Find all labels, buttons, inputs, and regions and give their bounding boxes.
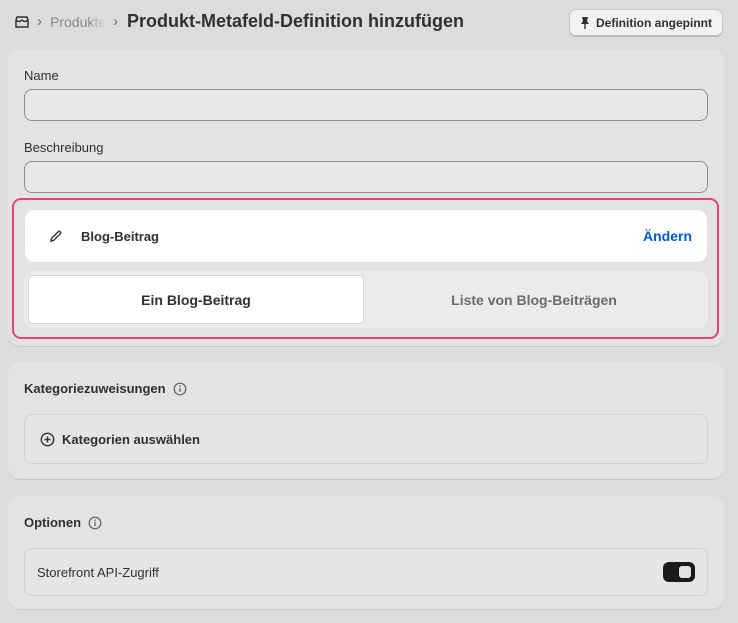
breadcrumb-products-link[interactable]: Produkte: [50, 14, 106, 30]
select-categories-label: Kategorien auswählen: [62, 431, 200, 447]
storefront-access-toggle[interactable]: [663, 562, 695, 582]
categories-title: Kategoriezuweisungen: [24, 381, 166, 396]
change-type-link[interactable]: Ändern: [643, 228, 692, 244]
storefront-access-label: Storefront API-Zugriff: [37, 565, 159, 580]
name-label: Name: [24, 68, 59, 83]
info-icon[interactable]: [173, 382, 187, 396]
selected-type-label: Blog-Beitrag: [81, 229, 159, 244]
options-card: Optionen Storefront API-Zugriff: [8, 496, 724, 609]
storefront-access-row: Storefront API-Zugriff: [24, 548, 708, 596]
type-selector-row[interactable]: Blog-Beitrag Ändern: [24, 209, 708, 263]
pin-button-label: Definition angepinnt: [596, 15, 712, 30]
options-heading: Optionen: [24, 515, 102, 530]
definition-card: Name Beschreibung Blog-Beitrag Ändern Ei…: [8, 49, 724, 346]
toggle-knob: [679, 566, 691, 578]
select-categories-button[interactable]: Kategorien auswählen: [24, 414, 708, 464]
name-input[interactable]: [24, 89, 708, 121]
categories-heading: Kategoriezuweisungen: [24, 381, 187, 396]
description-label: Beschreibung: [24, 140, 104, 155]
breadcrumb-separator: ›: [37, 13, 42, 30]
pin-definition-button[interactable]: Definition angepinnt: [569, 9, 723, 36]
info-icon[interactable]: [88, 516, 102, 530]
top-bar: › Produkte › Produkt-Metafeld-Definition…: [0, 0, 738, 46]
breadcrumb-separator: ›: [113, 13, 118, 30]
cardinality-toggle: Ein Blog-Beitrag Liste von Blog-Beiträge…: [24, 271, 708, 328]
description-input[interactable]: [24, 161, 708, 193]
pencil-icon: [50, 230, 62, 242]
page-title: Produkt-Metafeld-Definition hinzufügen: [127, 11, 464, 31]
store-icon[interactable]: [14, 14, 30, 30]
pin-icon: [581, 17, 589, 29]
blog-post-list-option[interactable]: Liste von Blog-Beiträgen: [364, 275, 704, 324]
single-blog-post-option[interactable]: Ein Blog-Beitrag: [28, 275, 364, 324]
plus-circle-icon: [40, 432, 55, 446]
options-title: Optionen: [24, 515, 82, 530]
categories-card: Kategoriezuweisungen Kategorien auswähle…: [8, 362, 724, 479]
